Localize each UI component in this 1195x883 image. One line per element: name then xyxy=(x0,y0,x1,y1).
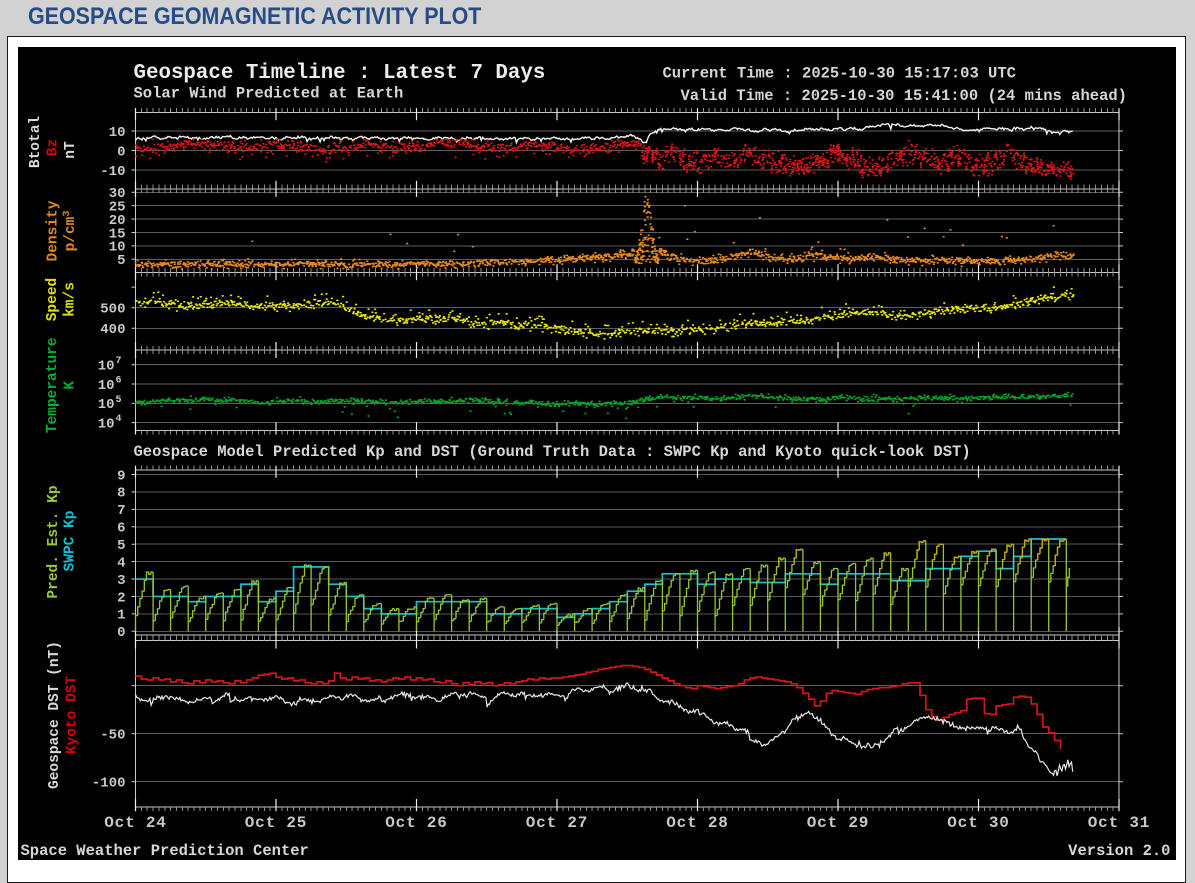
svg-text:1: 1 xyxy=(117,608,125,624)
svg-text:Oct 26: Oct 26 xyxy=(385,814,447,832)
svg-text:400: 400 xyxy=(100,322,125,338)
svg-text:5: 5 xyxy=(116,395,122,406)
svg-text:Oct 31: Oct 31 xyxy=(1088,814,1150,832)
svg-text:Geospace DST (nT): Geospace DST (nT) xyxy=(47,641,63,789)
svg-text:SWPC Kp: SWPC Kp xyxy=(63,510,79,571)
svg-text:3: 3 xyxy=(117,573,125,589)
svg-text:6: 6 xyxy=(116,376,122,387)
svg-text:Space Weather Prediction Cente: Space Weather Prediction Center xyxy=(21,842,309,860)
svg-text:Kyoto DST: Kyoto DST xyxy=(65,676,81,755)
svg-text:-10: -10 xyxy=(100,164,125,180)
svg-text:Pred. Est. Kp: Pred. Est. Kp xyxy=(46,485,62,598)
svg-text:7: 7 xyxy=(117,503,125,519)
svg-text:5: 5 xyxy=(117,538,125,554)
svg-text:Version 2.0: Version 2.0 xyxy=(1068,842,1170,860)
svg-text:K: K xyxy=(63,381,79,390)
svg-text:Geospace Timeline : Latest 7 D: Geospace Timeline : Latest 7 Days xyxy=(134,62,546,85)
svg-text:Solar Wind Predicted at Earth: Solar Wind Predicted at Earth xyxy=(134,85,404,103)
svg-text:7: 7 xyxy=(116,356,122,367)
svg-text:Oct 24: Oct 24 xyxy=(104,814,166,832)
svg-text:Oct 29: Oct 29 xyxy=(807,814,869,832)
svg-text:Valid Time : 2025-10-30 15:41:: Valid Time : 2025-10-30 15:41:00 (24 min… xyxy=(681,87,1127,105)
svg-text:Density: Density xyxy=(46,200,62,261)
svg-text:p/cm3: p/cm3 xyxy=(62,211,79,252)
svg-text:5: 5 xyxy=(117,253,125,269)
svg-text:nT: nT xyxy=(63,141,79,159)
svg-text:Oct 28: Oct 28 xyxy=(666,814,728,832)
svg-text:10: 10 xyxy=(109,125,126,141)
svg-text:2: 2 xyxy=(117,590,125,606)
svg-text:Geospace Model Predicted Kp an: Geospace Model Predicted Kp and DST (Gro… xyxy=(134,443,971,461)
svg-text:6: 6 xyxy=(117,521,125,537)
svg-text:-100: -100 xyxy=(92,776,126,792)
svg-text:10: 10 xyxy=(98,416,115,432)
svg-text:Current Time : 2025-10-30 15:1: Current Time : 2025-10-30 15:17:03 UTC xyxy=(663,65,1016,83)
svg-text:500: 500 xyxy=(100,302,125,318)
svg-text:0: 0 xyxy=(117,144,125,160)
svg-text:Oct 25: Oct 25 xyxy=(245,814,307,832)
svg-text:4: 4 xyxy=(116,414,122,425)
svg-text:10: 10 xyxy=(98,397,115,413)
svg-text:Speed: Speed xyxy=(45,278,61,322)
svg-text:0: 0 xyxy=(117,625,125,641)
svg-text:10: 10 xyxy=(98,378,115,394)
svg-text:km/s: km/s xyxy=(63,282,79,317)
svg-text:10: 10 xyxy=(98,359,115,375)
svg-text:8: 8 xyxy=(117,486,125,502)
svg-text:Bz: Bz xyxy=(46,139,62,156)
svg-text:-50: -50 xyxy=(100,728,125,744)
svg-text:4: 4 xyxy=(117,555,125,571)
svg-text:Btotal: Btotal xyxy=(28,116,44,169)
svg-text:Oct 27: Oct 27 xyxy=(526,814,588,832)
svg-text:Oct 30: Oct 30 xyxy=(947,814,1009,832)
svg-text:9: 9 xyxy=(117,468,125,484)
svg-text:Temperature: Temperature xyxy=(45,337,61,433)
